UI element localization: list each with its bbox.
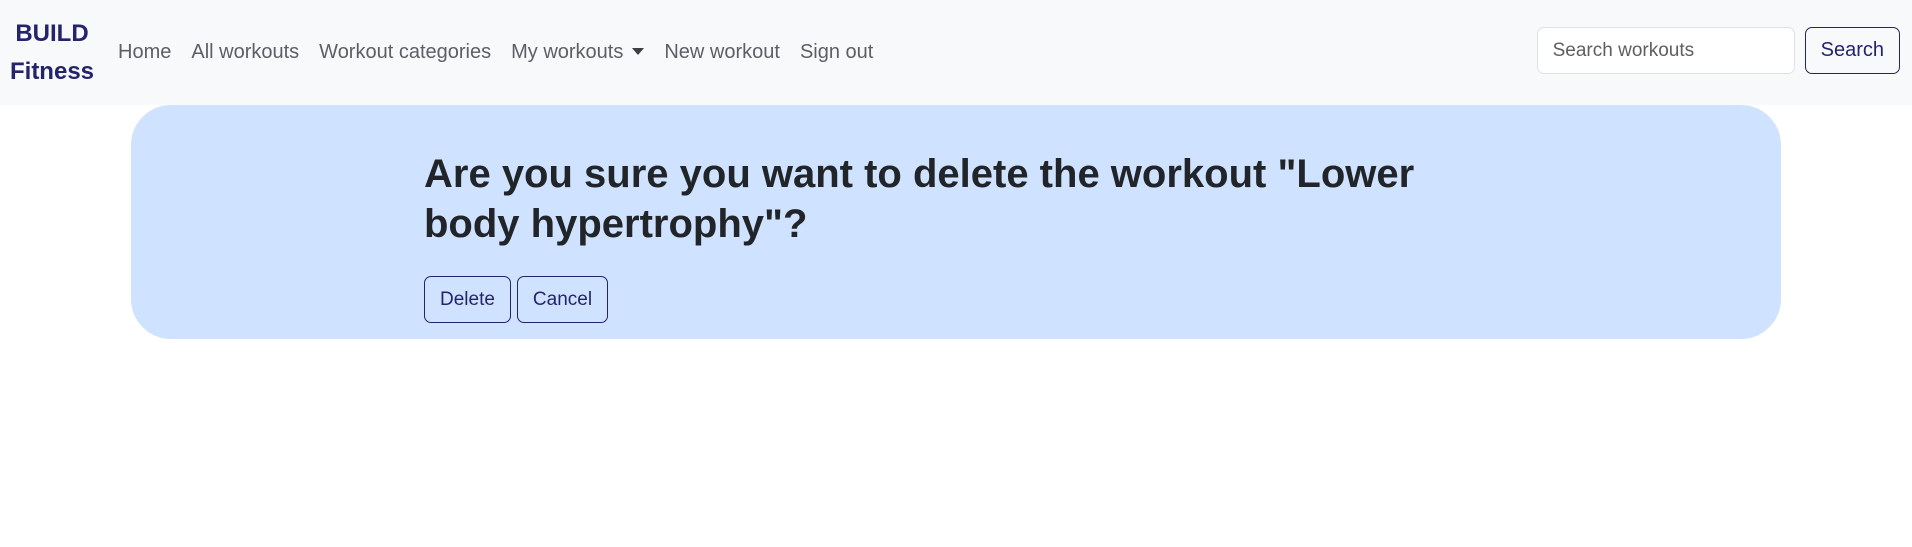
navbar: BUILD Fitness Home All workouts Workout … xyxy=(0,0,1912,105)
nav-dropdown-my-workouts[interactable]: My workouts xyxy=(501,41,654,64)
search-button[interactable]: Search xyxy=(1804,27,1900,74)
delete-confirmation-panel: Are you sure you want to delete the work… xyxy=(131,105,1781,339)
nav-link-new-workout[interactable]: New workout xyxy=(654,41,790,64)
nav-dropdown-label: My workouts xyxy=(511,41,624,63)
nav-link-home[interactable]: Home xyxy=(108,41,181,64)
nav-link-workout-categories[interactable]: Workout categories xyxy=(309,41,501,64)
search-form: Search xyxy=(1536,27,1900,74)
confirmation-actions: Delete Cancel xyxy=(424,276,1504,323)
nav-link-all-workouts[interactable]: All workouts xyxy=(181,41,309,64)
search-input[interactable] xyxy=(1536,27,1795,74)
confirmation-content: Are you sure you want to delete the work… xyxy=(424,149,1504,323)
confirmation-title: Are you sure you want to delete the work… xyxy=(424,152,1415,246)
caret-down-icon xyxy=(632,48,645,55)
nav-links: Home All workouts Workout categories My … xyxy=(108,0,883,105)
cancel-button[interactable]: Cancel xyxy=(516,276,609,323)
delete-button[interactable]: Delete xyxy=(424,276,511,323)
brand-line-2: Fitness xyxy=(9,57,95,85)
brand-line-1: BUILD xyxy=(15,19,89,47)
nav-link-sign-out[interactable]: Sign out xyxy=(790,41,883,64)
brand-logo[interactable]: BUILD Fitness xyxy=(9,15,95,91)
